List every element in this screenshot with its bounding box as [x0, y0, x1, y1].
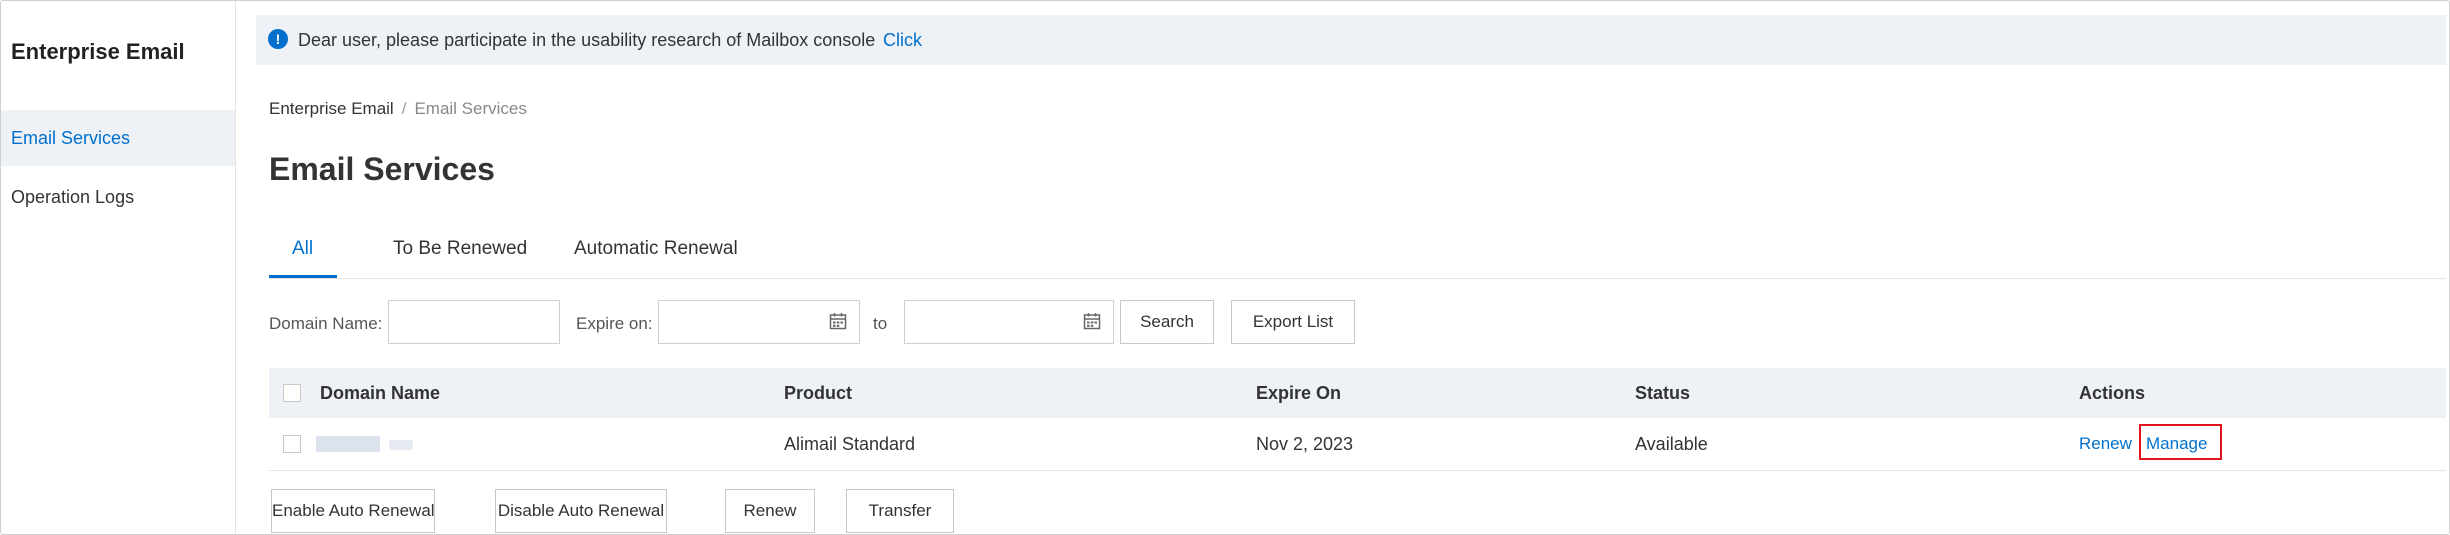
manage-link[interactable]: Manage: [2146, 434, 2207, 454]
tab-automatic-renewal[interactable]: Automatic Renewal: [574, 238, 738, 260]
expire-on-cell: Nov 2, 2023: [1256, 434, 1354, 454]
redacted-domain-blur: [316, 436, 380, 452]
expire-to-input[interactable]: [904, 300, 1114, 344]
enable-auto-renewal-button[interactable]: Enable Auto Renewal: [271, 489, 435, 533]
domain-name-label: Domain Name:: [269, 314, 383, 333]
app-window: Enterprise Email Email Services Operatio…: [0, 0, 2450, 535]
page-title: Email Services: [269, 151, 495, 187]
main-content: ! Dear user, please participate in the u…: [236, 1, 2449, 534]
sidebar-item-operation-logs[interactable]: Operation Logs: [1, 169, 235, 225]
expire-from-input[interactable]: [658, 300, 860, 344]
calendar-icon[interactable]: [829, 312, 847, 330]
domain-name-input[interactable]: [388, 300, 560, 344]
to-label: to: [873, 314, 888, 333]
transfer-button[interactable]: Transfer: [846, 489, 954, 533]
column-product: Product: [784, 383, 853, 403]
notice-banner: ! Dear user, please participate in the u…: [256, 15, 2446, 65]
notice-click-link[interactable]: Click: [883, 30, 922, 51]
export-list-button[interactable]: Export List: [1231, 300, 1355, 344]
breadcrumb-separator: /: [401, 99, 407, 118]
column-domain-name[interactable]: Domain Name: [320, 383, 440, 404]
info-icon: !: [268, 29, 288, 49]
tab-to-be-renewed[interactable]: To Be Renewed: [393, 238, 527, 260]
expire-on-label: Expire on:: [576, 314, 653, 333]
search-button[interactable]: Search: [1120, 300, 1214, 344]
breadcrumb: Enterprise Email / Email Services: [269, 99, 527, 119]
column-status: Status: [1635, 383, 1691, 403]
tab-all[interactable]: All: [292, 238, 313, 260]
table-header: Domain Name Product Expire On Status Act…: [269, 368, 2446, 418]
active-tab-indicator: [269, 275, 337, 278]
notice-text: Dear user, please participate in the usa…: [298, 30, 876, 50]
renew-link[interactable]: Renew: [2079, 434, 2132, 454]
tab-bar: All To Be Renewed Automatic Renewal: [269, 226, 2446, 279]
column-expire-on: Expire On: [1256, 383, 1342, 403]
status-cell: Available: [1635, 434, 1708, 454]
sidebar-title: Enterprise Email: [11, 39, 185, 64]
product-cell: Alimail Standard: [784, 434, 916, 454]
breadcrumb-root[interactable]: Enterprise Email: [269, 99, 394, 118]
breadcrumb-current: Email Services: [414, 99, 527, 118]
redacted-domain-blur: [389, 440, 413, 450]
calendar-icon[interactable]: [1083, 312, 1101, 330]
disable-auto-renewal-button[interactable]: Disable Auto Renewal: [495, 489, 667, 533]
row-checkbox[interactable]: [283, 435, 301, 453]
table-row: Alimail Standard Nov 2, 2023 Available R…: [269, 418, 2446, 471]
select-all-checkbox[interactable]: [283, 384, 301, 402]
sidebar: Enterprise Email Email Services Operatio…: [1, 1, 236, 534]
sidebar-item-email-services[interactable]: Email Services: [1, 110, 235, 166]
renew-button[interactable]: Renew: [725, 489, 815, 533]
column-actions: Actions: [2079, 383, 2146, 403]
